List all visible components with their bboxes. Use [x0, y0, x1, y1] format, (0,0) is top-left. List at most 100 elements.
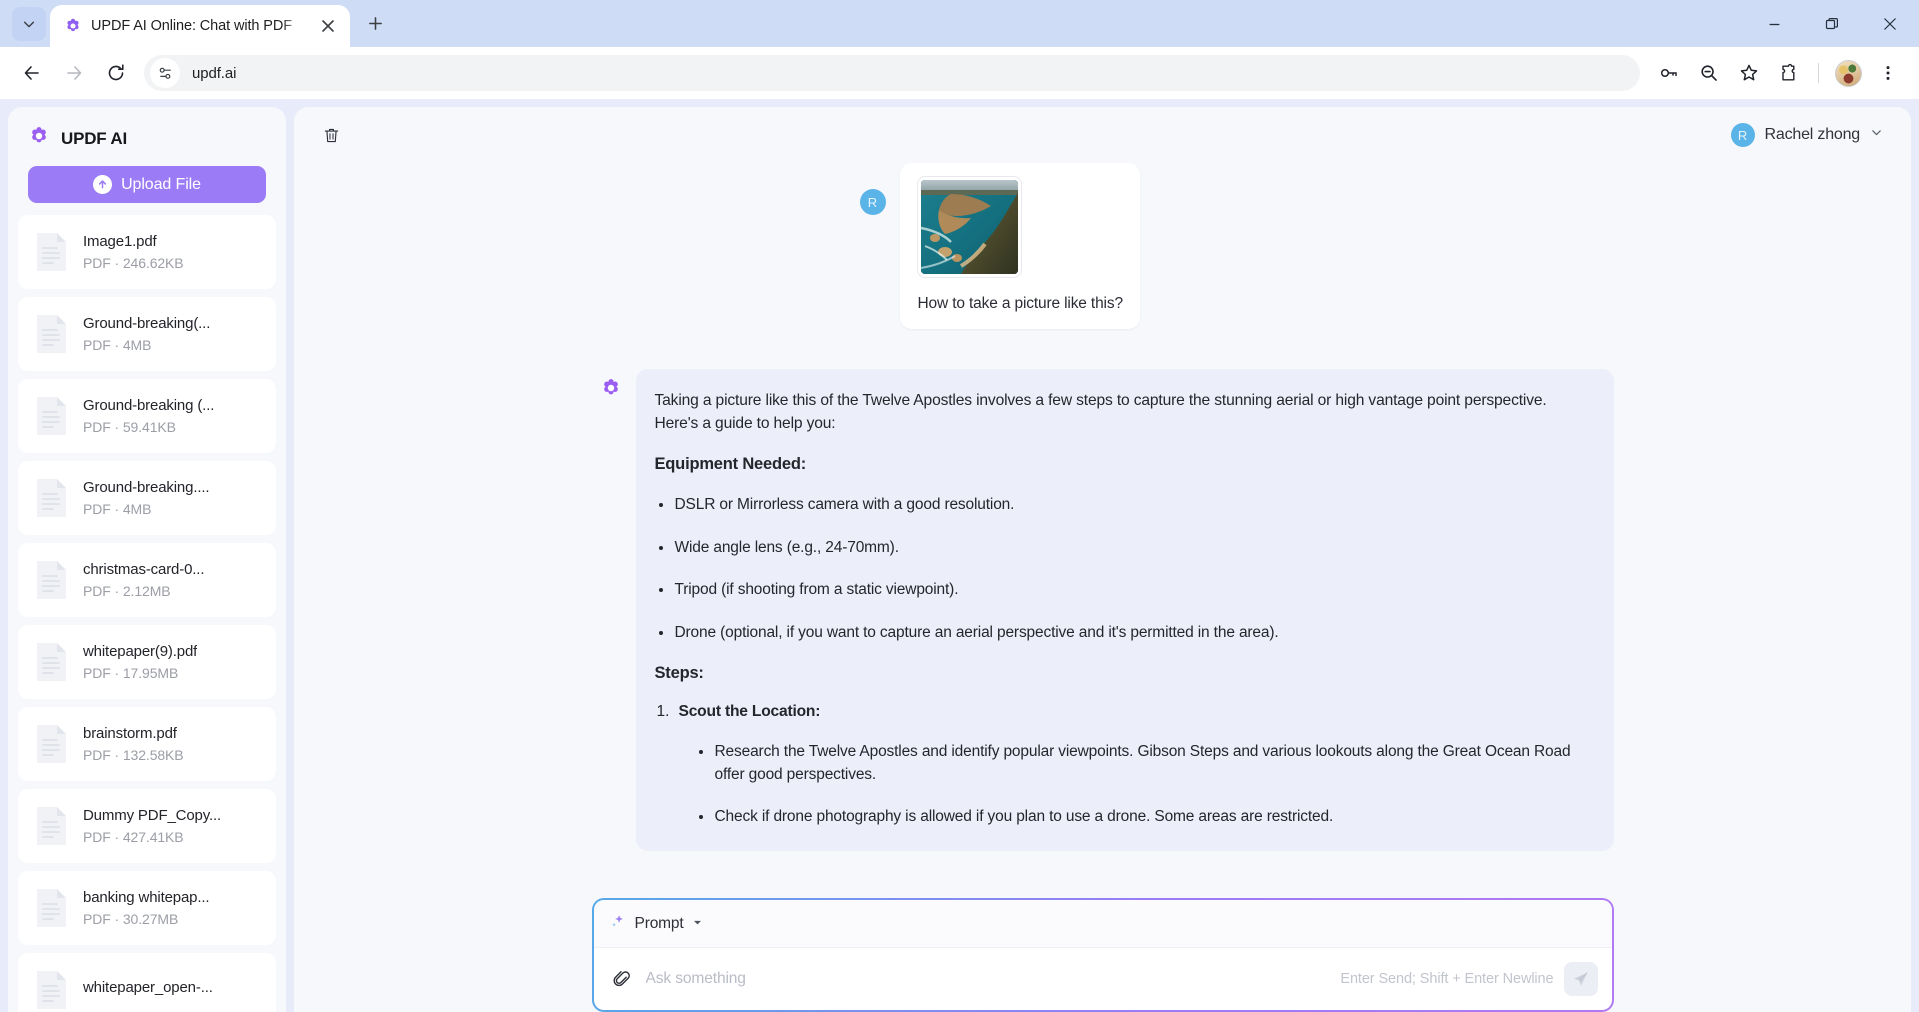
user-message: R How to take a picture like this?	[592, 163, 1614, 330]
step-title: Scout the Location:	[678, 703, 821, 721]
site-settings-icon[interactable]	[150, 58, 180, 89]
equipment-heading: Equipment Needed:	[654, 455, 807, 474]
browser-window: UPDF AI Online: Chat with PDF updf.ai UP…	[0, 0, 1919, 1012]
list-item[interactable]: whitepaper_open-...	[18, 953, 276, 1012]
message-composer[interactable]: Prompt Enter Send; Shift + Enter Newline	[592, 898, 1614, 1012]
pdf-file-icon	[34, 968, 69, 1012]
file-size: PDF · 30.27MB	[83, 911, 179, 928]
extensions-puzzle-icon[interactable]	[1770, 54, 1808, 92]
updf-logo-icon	[600, 377, 622, 399]
pdf-file-icon	[34, 230, 69, 274]
pdf-file-icon	[34, 640, 69, 684]
upload-arrow-icon	[93, 175, 113, 195]
window-controls	[1745, 0, 1919, 48]
file-name: Ground-breaking....	[83, 479, 210, 497]
maximize-restore-button[interactable]	[1803, 0, 1861, 48]
list-item[interactable]: banking whitepap... PDF · 30.27MB	[18, 871, 276, 946]
pdf-file-icon	[34, 558, 69, 602]
pdf-file-icon	[34, 394, 69, 438]
file-meta: brainstorm.pdf PDF · 132.58KB	[83, 725, 184, 763]
paperclip-icon[interactable]	[608, 965, 636, 993]
composer-area: Prompt Enter Send; Shift + Enter Newline	[294, 888, 1911, 1012]
list-item[interactable]: Ground-breaking (... PDF · 59.41KB	[18, 379, 276, 454]
list-item: Research the Twelve Apostles and identif…	[695, 741, 1590, 786]
minimize-button[interactable]	[1745, 0, 1803, 48]
zoom-out-icon[interactable]	[1690, 54, 1728, 92]
avatar: R	[1730, 123, 1755, 148]
avatar: R	[859, 189, 886, 216]
sparkle-icon	[610, 913, 627, 935]
browser-toolbar: updf.ai	[0, 46, 1919, 100]
address-bar[interactable]: updf.ai	[144, 55, 1640, 92]
list-item[interactable]: brainstorm.pdf PDF · 132.58KB	[18, 707, 276, 782]
file-meta: Dummy PDF_Copy... PDF · 427.41KB	[83, 807, 221, 845]
bookmark-star-icon[interactable]	[1730, 54, 1768, 92]
file-list[interactable]: Image1.pdf PDF · 246.62KB Ground-breakin…	[8, 215, 286, 1012]
chat-panel: R Rachel zhong R How to take a picture l…	[294, 107, 1911, 1012]
close-window-button[interactable]	[1861, 0, 1919, 48]
sidebar: UPDF AI Upload File Image1.pdf PDF · 246…	[8, 107, 286, 1012]
list-item[interactable]: whitepaper(9).pdf PDF · 17.95MB	[18, 625, 276, 700]
file-name: brainstorm.pdf	[83, 725, 177, 743]
updf-logo-icon	[64, 17, 82, 35]
chevron-down-icon	[23, 21, 35, 28]
upload-file-label: Upload File	[121, 175, 201, 193]
file-size: PDF · 246.62KB	[83, 255, 184, 272]
list-item[interactable]: christmas-card-0... PDF · 2.12MB	[18, 543, 276, 618]
file-meta: Ground-breaking.... PDF · 4MB	[83, 479, 209, 517]
forward-arrow-icon[interactable]	[54, 53, 94, 93]
tab-search-button[interactable]	[12, 6, 46, 41]
file-size: PDF · 427.41KB	[83, 829, 184, 846]
close-icon[interactable]	[316, 14, 340, 38]
send-button[interactable]	[1563, 962, 1598, 996]
file-name: christmas-card-0...	[83, 561, 205, 579]
file-size: PDF · 132.58KB	[83, 747, 184, 764]
back-arrow-icon[interactable]	[12, 53, 52, 93]
steps-heading: Steps:	[654, 664, 704, 683]
list-item[interactable]: Dummy PDF_Copy... PDF · 427.41KB	[18, 789, 276, 864]
user-menu[interactable]: R Rachel zhong	[1730, 123, 1889, 148]
upload-file-button[interactable]: Upload File	[28, 166, 266, 204]
file-name: Ground-breaking(...	[83, 315, 211, 333]
profile-avatar[interactable]	[1829, 54, 1867, 92]
list-item: DSLR or Mirrorless camera with a good re…	[655, 494, 1590, 516]
step-item: Scout the Location: Research the Twelve …	[655, 703, 1590, 828]
pdf-file-icon	[34, 886, 69, 930]
aerial-coastline-photo[interactable]	[917, 177, 1021, 278]
file-name: banking whitepap...	[83, 889, 210, 907]
list-item[interactable]: Ground-breaking.... PDF · 4MB	[18, 461, 276, 536]
list-item: Drone (optional, if you want to capture …	[655, 622, 1590, 644]
composer-input-row: Enter Send; Shift + Enter Newline	[594, 948, 1612, 1010]
browser-tab[interactable]: UPDF AI Online: Chat with PDF	[50, 4, 350, 47]
file-meta: whitepaper_open-...	[83, 979, 213, 1001]
message-scroll-area[interactable]: R How to take a picture like this? Takin…	[294, 163, 1911, 888]
pdf-file-icon	[34, 476, 69, 520]
ai-intro-text: Taking a picture like this of the Twelve…	[654, 392, 1547, 433]
trash-icon[interactable]	[316, 120, 346, 150]
file-size: PDF · 59.41KB	[83, 419, 176, 436]
file-name: Dummy PDF_Copy...	[83, 807, 222, 825]
message-thread: R How to take a picture like this? Takin…	[592, 163, 1614, 851]
pdf-file-icon	[34, 722, 69, 766]
user-message-text: How to take a picture like this?	[917, 295, 1124, 313]
tab-title: UPDF AI Online: Chat with PDF	[91, 17, 292, 34]
file-size: PDF · 4MB	[83, 337, 152, 354]
file-name: Ground-breaking (...	[83, 397, 215, 415]
ask-something-input[interactable]	[645, 970, 1331, 988]
list-item[interactable]: Ground-breaking(... PDF · 4MB	[18, 297, 276, 372]
file-name: whitepaper(9).pdf	[83, 643, 198, 661]
file-size: PDF · 17.95MB	[83, 665, 179, 682]
password-key-icon[interactable]	[1650, 54, 1688, 92]
more-menu-icon[interactable]	[1869, 54, 1907, 92]
composer-toolbar: Prompt	[593, 900, 1612, 948]
step-points: Research the Twelve Apostles and identif…	[695, 741, 1590, 828]
chevron-down-icon	[692, 915, 703, 933]
list-item: Wide angle lens (e.g., 24-70mm).	[655, 537, 1590, 559]
new-tab-button[interactable]	[358, 7, 392, 41]
toolbar-divider	[1818, 63, 1819, 84]
reload-icon[interactable]	[96, 53, 136, 93]
prompt-mode-selector[interactable]: Prompt	[610, 913, 703, 935]
file-name: whitepaper_open-...	[83, 979, 213, 997]
list-item[interactable]: Image1.pdf PDF · 246.62KB	[18, 215, 276, 290]
ai-message-bubble: Taking a picture like this of the Twelve…	[635, 369, 1614, 851]
